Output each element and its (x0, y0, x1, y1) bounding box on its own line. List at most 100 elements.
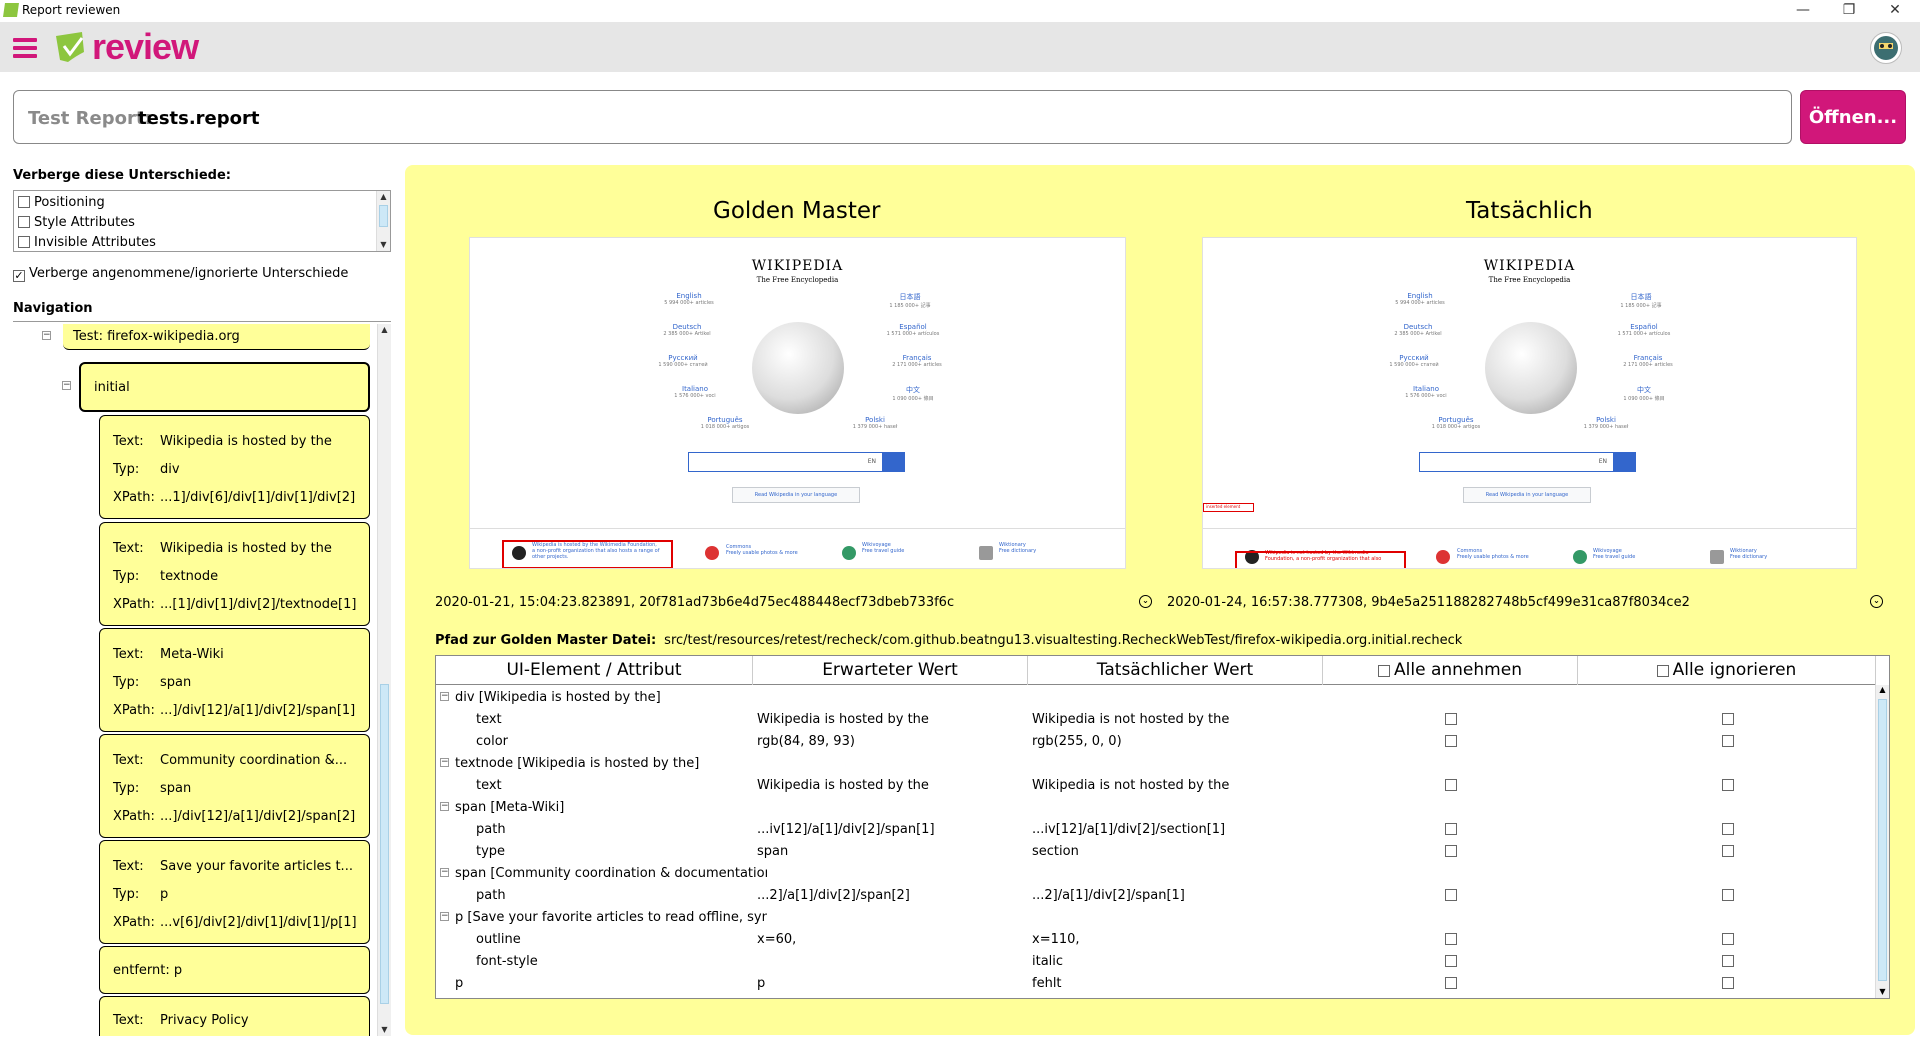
chevron-down-icon[interactable]: ⌄ (1870, 595, 1883, 608)
footer-link: Wikivoyage Free travel guide (862, 542, 905, 554)
menu-icon[interactable] (13, 38, 37, 58)
open-button[interactable]: Öffnen... (1800, 90, 1906, 144)
collapse-icon[interactable]: − (62, 381, 71, 390)
restore-icon[interactable]: ❐ (1826, 0, 1872, 22)
scroll-down-icon[interactable]: ▼ (1876, 987, 1889, 998)
checkbox[interactable] (1378, 665, 1391, 677)
tree-node-diff[interactable]: Text: Meta-Wiki Typ: span XPath: ...]/di… (99, 628, 370, 732)
scroll-thumb[interactable] (1878, 699, 1887, 981)
checkbox[interactable] (18, 236, 30, 248)
ignore-checkbox[interactable] (1722, 977, 1734, 989)
hide-accepted-toggle[interactable]: Verberge angenommene/ignorierte Untersch… (13, 266, 348, 282)
tree-node-removed[interactable]: entfernt: p (99, 946, 370, 994)
table-scrollbar[interactable]: ▲ ▼ (1875, 685, 1889, 998)
filters-scrollbar[interactable]: ▲ ▼ (376, 191, 390, 251)
ignore-checkbox[interactable] (1722, 933, 1734, 945)
attribute-name: color (476, 734, 509, 749)
table-row[interactable]: color rgb(84, 89, 93) rgb(255, 0, 0) (436, 730, 1876, 752)
column-header: UI-Element / Attribut (436, 656, 753, 685)
scroll-thumb[interactable] (379, 205, 388, 227)
ignore-checkbox[interactable] (1722, 955, 1734, 967)
tree-node-diff[interactable]: Text: Community coordination &... Typ: s… (99, 734, 370, 838)
report-path-field[interactable]: Test Report: tests.report (13, 90, 1792, 144)
read-language-button: Read Wikipedia in your language (1463, 487, 1591, 503)
filter-style-attributes[interactable]: Style Attributes (18, 215, 135, 230)
accept-checkbox[interactable] (1445, 977, 1457, 989)
collapse-icon[interactable]: − (440, 692, 449, 701)
checkbox[interactable] (1656, 665, 1669, 677)
golden-master-screenshot: WIKIPEDIA The Free Encyclopedia English 5… (469, 237, 1126, 569)
accept-checkbox[interactable] (1445, 955, 1457, 967)
table-row[interactable]: p p fehlt (436, 972, 1876, 994)
checkbox[interactable] (18, 196, 30, 208)
ignore-all-header[interactable]: Alle ignorieren (1578, 656, 1876, 685)
table-group-row[interactable]: − textnode [Wikipedia is hosted by the] (436, 752, 1876, 774)
navigation-scrollbar[interactable]: ▲ ▼ (377, 324, 391, 1036)
scroll-down-icon[interactable]: ▼ (378, 1024, 391, 1036)
footer-link: Commons Freely usable photos & more (1457, 548, 1529, 560)
tree-node-diff[interactable]: Text: Privacy Policy (99, 996, 370, 1036)
avatar-icon (1874, 36, 1898, 60)
tree-node-diff[interactable]: Text: Wikipedia is hosted by the Typ: di… (99, 415, 370, 519)
attribute-name: path (476, 822, 506, 837)
collapse-icon[interactable]: − (440, 802, 449, 811)
diff-text: Community coordination &... (160, 753, 348, 768)
avatar[interactable] (1870, 32, 1902, 64)
table-row[interactable]: font-style italic (436, 950, 1876, 972)
lang-link: Français 2 171 000+ articles (892, 354, 942, 368)
ignore-checkbox[interactable] (1722, 889, 1734, 901)
ignore-checkbox[interactable] (1722, 735, 1734, 747)
filter-invisible-attributes[interactable]: Invisible Attributes (18, 235, 156, 250)
table-row[interactable]: text Wikipedia is hosted by the Wikipedia … (436, 774, 1876, 796)
tree-node-diff[interactable]: Text: Wikipedia is hosted by the Typ: te… (99, 522, 370, 626)
table-row[interactable]: outline x=60, x=110, (436, 928, 1876, 950)
ignore-checkbox[interactable] (1722, 779, 1734, 791)
attribute-name: text (476, 712, 502, 727)
filter-positioning[interactable]: Positioning (18, 195, 105, 210)
diff-xpath: ...[1]/div[1]/div[2]/textnode[1] (160, 597, 357, 612)
table-row[interactable]: type span section (436, 840, 1876, 862)
table-row[interactable]: path ...2]/a[1]/div[2]/span[2] ...2]/a[1]/… (436, 884, 1876, 906)
tree-node-test[interactable]: Test: firefox-wikipedia.org (63, 324, 370, 350)
ignore-checkbox[interactable] (1722, 823, 1734, 835)
diff-highlight-box (502, 540, 673, 568)
table-row[interactable]: path ...iv[12]/a[1]/div[2]/span[1] ...iv[1… (436, 818, 1876, 840)
close-icon[interactable]: ✕ (1872, 0, 1918, 22)
table-group-row[interactable]: − p [Save your favorite articles to read … (436, 906, 1876, 928)
accept-checkbox[interactable] (1445, 823, 1457, 835)
tree-node-state[interactable]: initial (79, 362, 370, 412)
collapse-icon[interactable]: − (440, 868, 449, 877)
accept-checkbox[interactable] (1445, 889, 1457, 901)
column-header: Erwarteter Wert (753, 656, 1028, 685)
checkbox[interactable] (13, 270, 25, 282)
table-group-row[interactable]: − span [Meta-Wiki] (436, 796, 1876, 818)
table-group-row[interactable]: − span [Community coordination & document… (436, 862, 1876, 884)
collapse-icon[interactable]: − (440, 758, 449, 767)
table-row[interactable]: text Wikipedia is hosted by the Wikipedia … (436, 708, 1876, 730)
group-label: p [Save your favorite articles to read o… (455, 910, 767, 925)
accept-checkbox[interactable] (1445, 779, 1457, 791)
scroll-thumb[interactable] (380, 684, 389, 1004)
accept-all-header[interactable]: Alle annehmen (1323, 656, 1578, 685)
scroll-up-icon[interactable]: ▲ (377, 191, 390, 203)
golden-master-meta: 2020-01-21, 15:04:23.823891, 20f781ad73b… (435, 595, 955, 610)
scroll-down-icon[interactable]: ▼ (377, 239, 390, 251)
accept-checkbox[interactable] (1445, 933, 1457, 945)
scroll-up-icon[interactable]: ▲ (378, 324, 391, 336)
accept-checkbox[interactable] (1445, 713, 1457, 725)
accept-checkbox[interactable] (1445, 845, 1457, 857)
table-group-row[interactable]: − div [Wikipedia is hosted by the] (436, 686, 1876, 708)
chevron-down-icon[interactable]: ⌄ (1139, 595, 1152, 608)
ignore-checkbox[interactable] (1722, 845, 1734, 857)
scroll-up-icon[interactable]: ▲ (1876, 685, 1889, 697)
accept-checkbox[interactable] (1445, 735, 1457, 747)
minimize-icon[interactable]: — (1780, 0, 1826, 22)
collapse-icon[interactable]: − (440, 912, 449, 921)
checkbox[interactable] (18, 216, 30, 228)
actual-value: ...2]/a[1]/div[2]/span[1] (1032, 888, 1185, 903)
ignore-checkbox[interactable] (1722, 713, 1734, 725)
tree-node-diff[interactable]: Text: Save your favorite articles t... T… (99, 840, 370, 944)
collapse-icon[interactable]: − (42, 331, 51, 340)
text-label: Text: (113, 541, 144, 556)
path-value[interactable]: src/test/resources/retest/recheck/com.gi… (664, 633, 1462, 648)
